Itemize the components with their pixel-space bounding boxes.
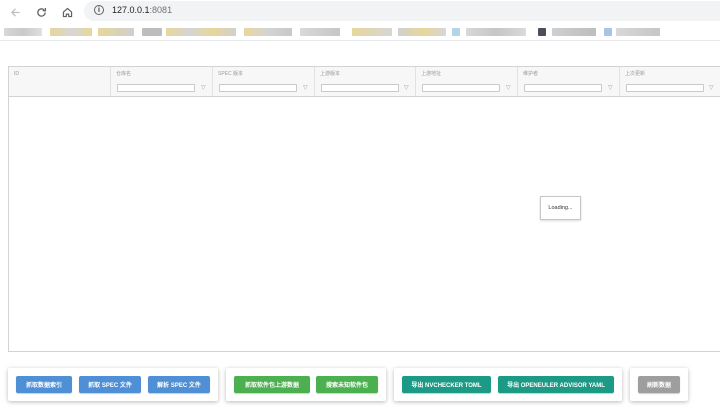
bookmark-item[interactable] xyxy=(142,28,162,36)
column-header-spec-version[interactable]: SPEC 版本 xyxy=(213,67,315,81)
bookmark-item[interactable] xyxy=(300,28,340,36)
search-unknown-button[interactable]: 搜索未知软件包 xyxy=(316,376,378,393)
refresh-panel: 刷新数据 xyxy=(630,368,688,401)
filter-cell-maintainer: ▽ xyxy=(518,81,620,96)
export-advisor-button[interactable]: 导出 OPENEULER ADVISOR YAML xyxy=(498,376,614,393)
fetch-spec-button[interactable]: 抓取 SPEC 文件 xyxy=(79,376,141,393)
browser-toolbar: i 127.0.0.1:8081 xyxy=(0,0,720,24)
bookmark-item[interactable] xyxy=(538,28,546,36)
reload-icon xyxy=(36,7,46,17)
loading-overlay: Loading... xyxy=(540,196,581,220)
filter-cell-upstream-url: ▽ xyxy=(416,81,518,96)
bookmark-item[interactable] xyxy=(604,28,612,36)
bookmarks-bar xyxy=(0,24,720,41)
url-text: 127.0.0.1:8081 xyxy=(112,5,173,15)
back-button[interactable] xyxy=(5,2,25,22)
bookmark-item[interactable] xyxy=(452,28,460,36)
filter-cell-id xyxy=(9,81,111,96)
home-button[interactable] xyxy=(57,2,77,22)
refresh-button[interactable]: 刷新数据 xyxy=(638,376,680,393)
column-header-maintainer[interactable]: 维护者 xyxy=(518,67,620,81)
bookmark-item[interactable] xyxy=(398,28,446,36)
filter-cell-upstream-version: ▽ xyxy=(315,81,416,96)
spec-actions-panel: 抓取数据索引 抓取 SPEC 文件 解析 SPEC 文件 xyxy=(8,368,218,401)
column-header-last-update[interactable]: 上次更新 xyxy=(620,67,720,81)
filter-input-repo[interactable] xyxy=(117,84,195,92)
export-actions-panel: 导出 NVCHECKER TOML 导出 OPENEULER ADVISOR Y… xyxy=(394,368,622,401)
upstream-actions-panel: 抓取软件包上游数据 搜索未知软件包 xyxy=(226,368,386,401)
filter-cell-last-update: ▽ xyxy=(620,81,720,96)
fetch-index-button[interactable]: 抓取数据索引 xyxy=(16,376,72,393)
column-header-id[interactable]: ID xyxy=(9,67,111,81)
bookmark-item[interactable] xyxy=(244,28,292,36)
bookmark-item[interactable] xyxy=(352,28,392,36)
bookmark-item[interactable] xyxy=(50,28,92,36)
address-bar[interactable]: i 127.0.0.1:8081 xyxy=(84,1,720,21)
column-header-upstream-version[interactable]: 上游版本 xyxy=(315,67,416,81)
grid-filter-row: ▽ ▽ ▽ ▽ ▽ ▽ xyxy=(9,81,720,97)
filter-input-maintainer[interactable] xyxy=(524,84,602,92)
column-header-upstream-url[interactable]: 上游地址 xyxy=(416,67,518,81)
column-header-repo[interactable]: 仓库名 xyxy=(111,67,213,81)
filter-cell-repo: ▽ xyxy=(111,81,213,96)
bookmark-item[interactable] xyxy=(98,28,134,36)
parse-spec-button[interactable]: 解析 SPEC 文件 xyxy=(148,376,210,393)
arrow-left-icon xyxy=(10,7,20,17)
bookmark-item[interactable] xyxy=(616,28,660,36)
filter-funnel-icon[interactable]: ▽ xyxy=(303,83,308,93)
filter-input-upstream-version[interactable] xyxy=(321,84,399,92)
bookmark-item[interactable] xyxy=(166,28,236,36)
grid-header-row: ID 仓库名 SPEC 版本 上游版本 上游地址 维护者 上次更新 xyxy=(9,67,720,82)
info-icon[interactable]: i xyxy=(94,5,104,15)
home-icon xyxy=(62,7,72,17)
filter-funnel-icon[interactable]: ▽ xyxy=(709,83,714,93)
reload-button[interactable] xyxy=(31,2,51,22)
fetch-upstream-button[interactable]: 抓取软件包上游数据 xyxy=(234,376,310,393)
filter-input-last-update[interactable] xyxy=(626,84,704,92)
filter-funnel-icon[interactable]: ▽ xyxy=(506,83,511,93)
filter-input-spec-version[interactable] xyxy=(219,84,297,92)
bookmark-item[interactable] xyxy=(552,28,596,36)
export-nvchecker-button[interactable]: 导出 NVCHECKER TOML xyxy=(402,376,491,393)
data-grid: ID 仓库名 SPEC 版本 上游版本 上游地址 维护者 上次更新 ▽ ▽ ▽ … xyxy=(8,66,720,352)
bookmark-item[interactable] xyxy=(4,28,42,36)
filter-funnel-icon[interactable]: ▽ xyxy=(201,83,206,93)
filter-funnel-icon[interactable]: ▽ xyxy=(608,83,613,93)
filter-cell-spec-version: ▽ xyxy=(213,81,315,96)
filter-funnel-icon[interactable]: ▽ xyxy=(404,83,409,93)
bookmark-item[interactable] xyxy=(466,28,526,36)
filter-input-upstream-url[interactable] xyxy=(422,84,500,92)
